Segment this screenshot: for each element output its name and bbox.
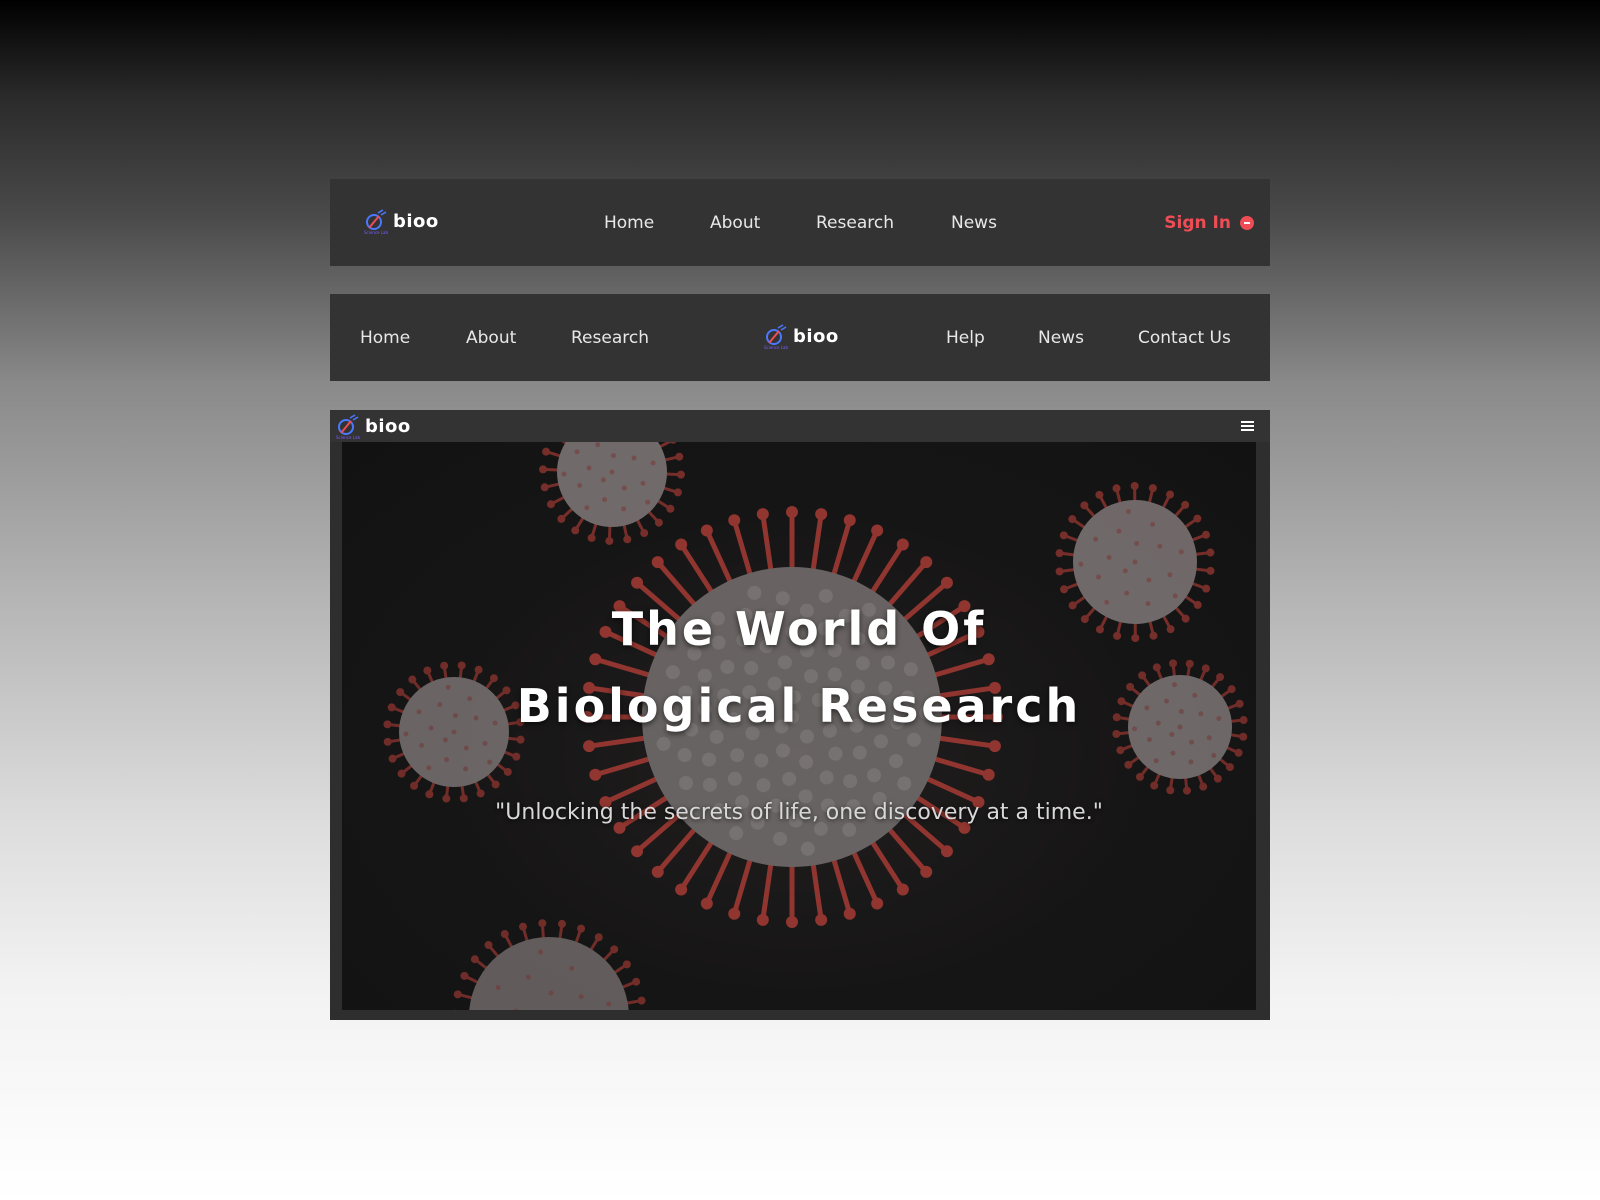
nav-link-home[interactable]: Home (604, 213, 654, 233)
brand-logo[interactable]: Science Lab bioo (762, 322, 839, 350)
navbar-variant-1: Science Lab bioo Home About Research New… (330, 179, 1270, 266)
brand-name: bioo (365, 415, 411, 437)
hero-title-line-2: Biological Research (516, 679, 1082, 733)
hero-tagline: "Unlocking the secrets of life, one disc… (495, 800, 1103, 825)
hamburger-menu-icon[interactable] (1241, 421, 1254, 431)
hero-section: The World Of Biological Research "Unlock… (342, 442, 1256, 1010)
navbar-variant-2: Home About Research Science Lab bioo Hel… (330, 294, 1270, 381)
signin-button[interactable]: Sign In (1164, 213, 1254, 233)
dna-flask-logo-icon: Science Lab (336, 414, 360, 440)
nav-link-news[interactable]: News (1038, 328, 1084, 348)
dna-flask-logo-icon: Science Lab (364, 209, 388, 235)
mobile-navbar: Science Lab bioo (330, 410, 1270, 442)
nav-link-research[interactable]: Research (816, 213, 894, 233)
brand-logo[interactable]: Science Lab bioo (334, 412, 411, 440)
minus-circle-icon (1240, 215, 1254, 230)
brand-name: bioo (393, 210, 439, 232)
brand-logo[interactable]: Science Lab bioo (362, 207, 439, 235)
brand-name: bioo (793, 325, 839, 347)
nav-link-contact[interactable]: Contact Us (1138, 328, 1231, 348)
nav-link-help[interactable]: Help (946, 328, 985, 348)
signin-label: Sign In (1164, 212, 1231, 233)
nav-link-about[interactable]: About (466, 328, 516, 348)
nav-link-about[interactable]: About (710, 213, 760, 233)
svg-text:Science Lab: Science Lab (764, 345, 788, 350)
nav-link-home[interactable]: Home (360, 328, 410, 348)
dna-flask-logo-icon: Science Lab (764, 324, 788, 350)
nav-link-research[interactable]: Research (571, 328, 649, 348)
svg-text:Science Lab: Science Lab (364, 230, 388, 235)
mobile-hero-frame: Science Lab bioo The World Of Biological… (330, 410, 1270, 1020)
nav-link-news[interactable]: News (951, 213, 997, 233)
hero-title-line-1: The World Of (611, 602, 987, 656)
svg-text:Science Lab: Science Lab (336, 435, 360, 440)
